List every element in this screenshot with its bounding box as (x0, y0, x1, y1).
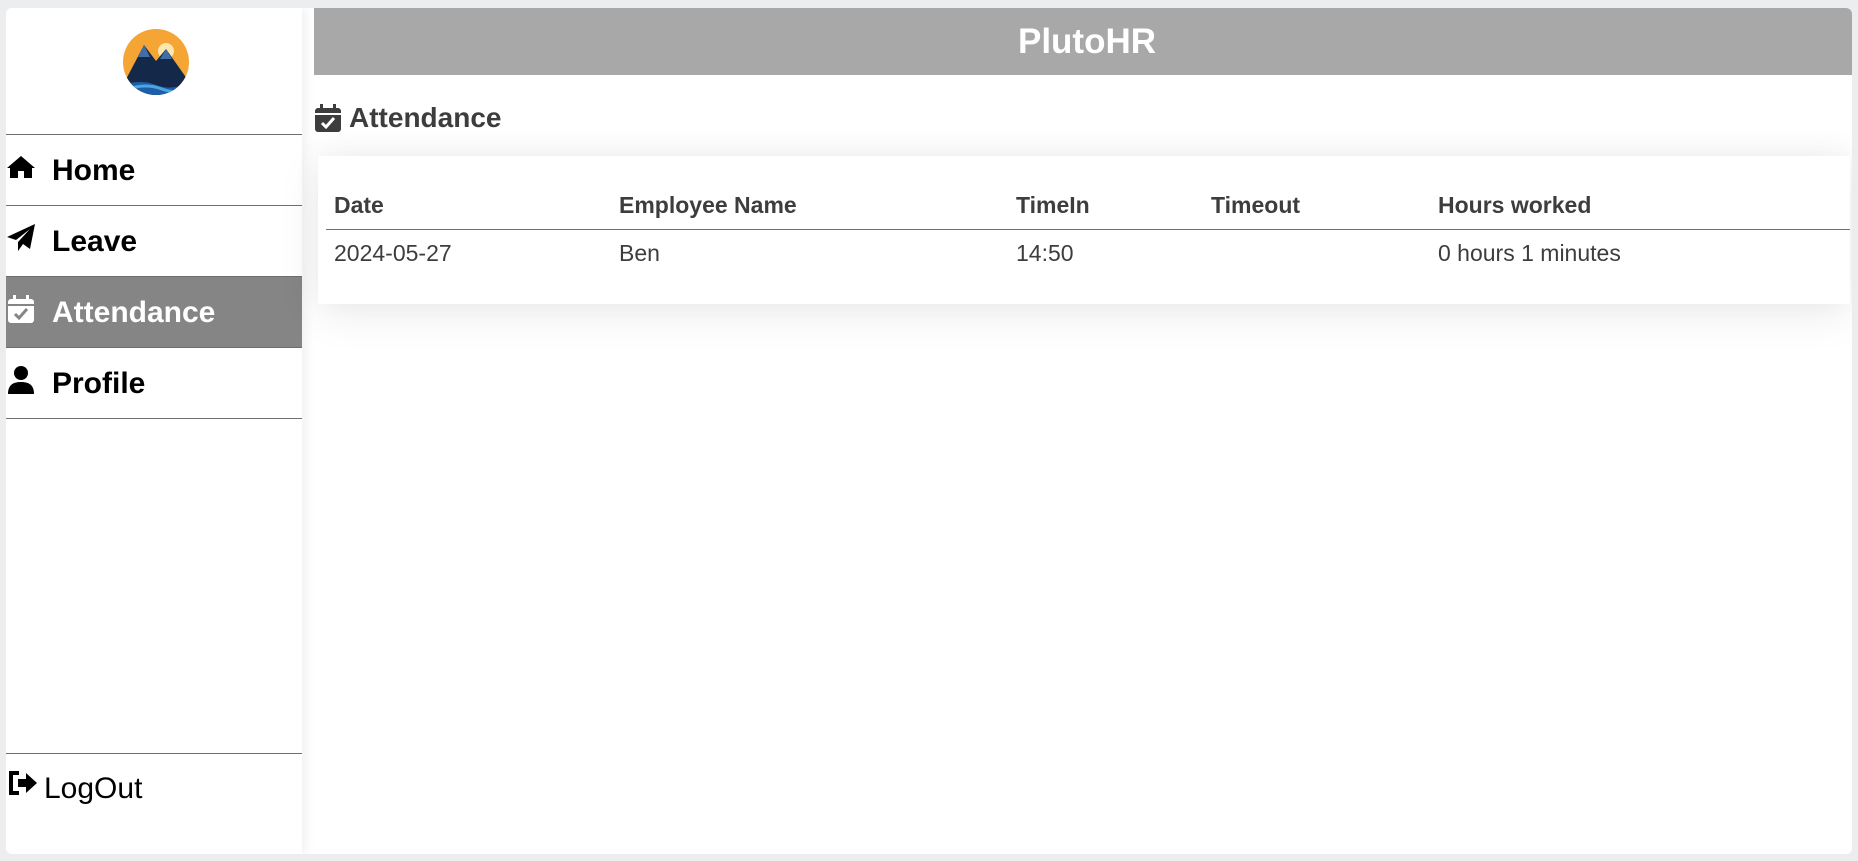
calendar-check-icon (6, 294, 36, 324)
main-content: PlutoHR Attendance Date Employee Name Ti… (314, 8, 1852, 854)
cell-hours-worked: 0 hours 1 minutes (1438, 239, 1621, 266)
attendance-table: Date Employee Name TimeIn Timeout Hours … (326, 181, 1850, 276)
sidebar-item-profile[interactable]: Profile (6, 348, 302, 419)
sign-out-icon (8, 770, 38, 800)
logo-area (6, 8, 302, 135)
column-header-timein: TimeIn (1008, 181, 1203, 230)
page-title: Attendance (349, 102, 502, 133)
sidebar-item-attendance[interactable]: Attendance (6, 277, 302, 348)
sidebar-item-label: Home (52, 154, 136, 187)
sidebar-item-label: Attendance (52, 296, 216, 329)
sidebar-item-label: Leave (52, 225, 138, 258)
paper-plane-icon (6, 223, 36, 253)
table-header-row: Date Employee Name TimeIn Timeout Hours … (326, 181, 1850, 230)
home-icon (6, 152, 36, 182)
user-icon (6, 365, 36, 395)
attendance-card: Date Employee Name TimeIn Timeout Hours … (318, 156, 1850, 304)
cell-employee-name: Ben (619, 239, 660, 266)
sidebar: Home Leave Attendance Profile LogOut (6, 8, 302, 854)
column-header-hours-worked: Hours worked (1430, 181, 1850, 230)
sidebar-item-label: Profile (52, 367, 146, 400)
calendar-check-icon (315, 104, 341, 132)
sidebar-item-leave[interactable]: Leave (6, 206, 302, 277)
cell-timeout (1203, 230, 1430, 277)
column-header-timeout: Timeout (1203, 181, 1430, 230)
table-row: 2024-05-27 Ben 14:50 0 hours 1 minutes (326, 230, 1850, 277)
column-header-date: Date (326, 181, 611, 230)
cell-date: 2024-05-27 (334, 239, 452, 266)
sidebar-item-home[interactable]: Home (6, 135, 302, 206)
page-header: Attendance (314, 98, 501, 138)
app-window: Home Leave Attendance Profile LogOut Plu… (6, 8, 1852, 854)
top-header: PlutoHR (314, 8, 1852, 75)
column-header-employee-name: Employee Name (611, 181, 1008, 230)
logout-label: LogOut (44, 772, 143, 805)
app-title: PlutoHR (1017, 21, 1157, 61)
mountain-sunset-logo[interactable] (122, 27, 190, 97)
cell-timein: 14:50 (1016, 239, 1074, 266)
logout-button[interactable]: LogOut (6, 753, 302, 854)
